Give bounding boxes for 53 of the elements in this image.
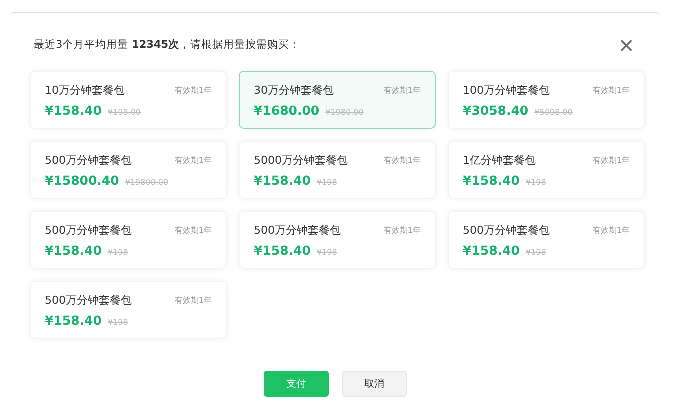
original-price: ¥198 xyxy=(526,248,546,257)
package-price: ¥15800.40 xyxy=(45,173,120,188)
package-price: ¥158.40 xyxy=(254,173,311,188)
package-price: ¥3058.40 xyxy=(463,103,529,118)
package-price: ¥1680.00 xyxy=(254,103,320,118)
package-card[interactable]: 1亿分钟套餐包 有效期1年 ¥158.40 ¥198 xyxy=(448,141,645,199)
validity-label: 有效期1年 xyxy=(174,225,212,236)
dialog-title: 最近3个月平均用量 12345次，请根据用量按需购买： xyxy=(34,38,301,52)
package-card[interactable]: 500万分钟套餐包 有效期1年 ¥15800.40 ¥19800.00 xyxy=(30,141,227,199)
close-button[interactable]: × xyxy=(612,35,641,55)
validity-label: 有效期1年 xyxy=(174,155,212,166)
original-price: ¥198.00 xyxy=(108,108,142,117)
package-card[interactable]: 500万分钟套餐包 有效期1年 ¥158.40 ¥198 xyxy=(30,281,227,339)
cancel-button[interactable]: 取消 xyxy=(342,371,407,397)
original-price: ¥198 xyxy=(108,318,128,327)
package-name: 10万分钟套餐包 xyxy=(45,83,125,98)
validity-label: 有效期1年 xyxy=(592,155,630,166)
validity-label: 有效期1年 xyxy=(592,225,630,236)
package-price: ¥158.40 xyxy=(45,243,102,258)
package-card[interactable]: 500万分钟套餐包 有效期1年 ¥158.40 ¥198 xyxy=(448,211,645,269)
package-card[interactable]: 30万分钟套餐包 有效期1年 ¥1680.00 ¥1980.00 xyxy=(239,71,436,129)
validity-label: 有效期1年 xyxy=(174,295,212,306)
original-price: ¥5098.00 xyxy=(534,108,573,117)
package-name: 500万分钟套餐包 xyxy=(45,153,132,168)
package-name: 500万分钟套餐包 xyxy=(45,223,132,238)
package-name: 500万分钟套餐包 xyxy=(254,223,341,238)
original-price: ¥198 xyxy=(526,178,546,187)
package-name: 5000万分钟套餐包 xyxy=(254,153,348,168)
original-price: ¥198 xyxy=(316,248,338,257)
package-name: 500万分钟套餐包 xyxy=(45,293,132,308)
validity-label: 有效期1年 xyxy=(384,155,421,166)
original-price: ¥198 xyxy=(316,178,338,187)
package-price: ¥158.40 xyxy=(45,313,102,328)
package-name: 1亿分钟套餐包 xyxy=(463,153,536,168)
package-price: ¥158.40 xyxy=(463,243,520,258)
validity-label: 有效期1年 xyxy=(592,85,630,96)
original-price: ¥1980.00 xyxy=(326,108,364,117)
package-name: 100万分钟套餐包 xyxy=(463,83,550,98)
validity-label: 有效期1年 xyxy=(384,85,421,96)
original-price: ¥198 xyxy=(108,248,128,257)
package-card[interactable]: 100万分钟套餐包 有效期1年 ¥3058.40 ¥5098.00 xyxy=(448,71,645,129)
package-card[interactable]: 500万分钟套餐包 有效期1年 ¥158.40 ¥198 xyxy=(239,211,436,269)
package-card[interactable]: 500万分钟套餐包 有效期1年 ¥158.40 ¥198 xyxy=(30,211,227,269)
original-price: ¥19800.00 xyxy=(125,178,169,187)
package-price: ¥158.40 xyxy=(463,173,520,188)
validity-label: 有效期1年 xyxy=(384,225,421,236)
package-card[interactable]: 5000万分钟套餐包 有效期1年 ¥158.40 ¥198 xyxy=(239,141,436,199)
package-card[interactable]: 10万分钟套餐包 有效期1年 ¥158.40 ¥198.00 xyxy=(30,71,227,129)
validity-label: 有效期1年 xyxy=(174,85,212,96)
package-name: 30万分钟套餐包 xyxy=(254,83,334,98)
package-price: ¥158.40 xyxy=(254,243,311,258)
package-name: 500万分钟套餐包 xyxy=(463,223,550,238)
package-price: ¥158.40 xyxy=(45,103,102,118)
